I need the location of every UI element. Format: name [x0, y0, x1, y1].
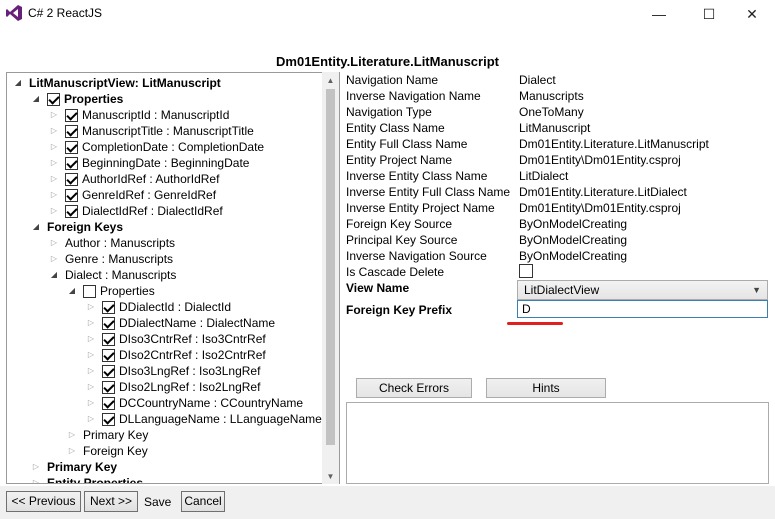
tree-item-fk-dialect[interactable]: ◢ Dialect : Manuscripts — [49, 267, 176, 283]
tree-item-root[interactable]: ◢ LitManuscriptView: LitManuscript — [13, 75, 221, 91]
tree-item-property[interactable]: ▷ CompletionDate : CompletionDate — [49, 139, 264, 155]
collapse-icon[interactable]: ▷ — [49, 171, 59, 187]
tree-item-property[interactable]: ▷ AuthorIdRef : AuthorIdRef — [49, 171, 220, 187]
tree-item-property[interactable]: ▷ ManuscriptTitle : ManuscriptTitle — [49, 123, 254, 139]
visual-studio-icon — [6, 5, 22, 21]
collapse-icon[interactable]: ▷ — [49, 139, 59, 155]
checkbox[interactable] — [65, 108, 78, 122]
expand-icon[interactable]: ◢ — [31, 91, 41, 107]
collapse-icon[interactable]: ▷ — [67, 443, 77, 459]
checkbox[interactable] — [102, 300, 115, 314]
tree-item-dialect-property[interactable]: ▷ DIso3LngRef : Iso3LngRef — [86, 363, 261, 379]
annotation-underline — [507, 322, 563, 325]
cascade-delete-checkbox[interactable] — [519, 264, 533, 278]
collapse-icon[interactable]: ▷ — [49, 203, 59, 219]
tree-item-dialect-property[interactable]: ▷ DIso3CntrRef : Iso3CntrRef — [86, 331, 266, 347]
checkbox[interactable] — [65, 156, 78, 170]
collapse-icon[interactable]: ▷ — [86, 331, 96, 347]
scroll-up-icon[interactable]: ▲ — [322, 72, 339, 88]
entity-tree[interactable]: ◢ LitManuscriptView: LitManuscript ◢ Pro… — [6, 72, 340, 484]
tree-item-dialect-primary-key[interactable]: ▷ Primary Key — [67, 427, 148, 443]
tree-item-dialect-property[interactable]: ▷ DDialectId : DialectId — [86, 299, 231, 315]
tree-item-property[interactable]: ▷ BeginningDate : BeginningDate — [49, 155, 250, 171]
window-title: C# 2 ReactJS — [28, 6, 103, 20]
tree-item-dialect-properties[interactable]: ◢ Properties — [67, 283, 155, 299]
checkbox[interactable] — [102, 332, 115, 346]
collapse-icon[interactable]: ▷ — [86, 379, 96, 395]
tree-item-foreign-keys[interactable]: ◢ Foreign Keys — [31, 219, 123, 235]
collapse-icon[interactable]: ▷ — [49, 123, 59, 139]
tree-item-fk-author[interactable]: ▷ Author : Manuscripts — [49, 235, 175, 251]
tree-item-dialect-foreign-key[interactable]: ▷ Foreign Key — [67, 443, 148, 459]
collapse-icon[interactable]: ▷ — [86, 347, 96, 363]
save-button[interactable]: Save — [144, 495, 171, 509]
scroll-down-icon[interactable]: ▼ — [322, 468, 339, 484]
hints-button[interactable]: Hints — [486, 378, 606, 398]
collapse-icon[interactable]: ▷ — [49, 235, 59, 251]
expand-icon[interactable]: ◢ — [49, 267, 59, 283]
checkbox[interactable] — [65, 140, 78, 154]
collapse-icon[interactable]: ▷ — [49, 107, 59, 123]
scrollbar-thumb[interactable] — [326, 89, 335, 445]
view-name-selected: LitDialectView — [524, 283, 600, 297]
previous-button[interactable]: << Previous — [6, 491, 81, 512]
checkbox[interactable] — [102, 412, 115, 426]
collapse-icon[interactable]: ▷ — [31, 475, 41, 483]
checkbox[interactable] — [102, 380, 115, 394]
tree-item-dialect-property[interactable]: ▷ DIso2LngRef : Iso2LngRef — [86, 379, 261, 395]
tree-item-dialect-property[interactable]: ▷ DLLanguageName : LLanguageName — [86, 411, 322, 427]
collapse-icon[interactable]: ▷ — [86, 395, 96, 411]
tree-item-fk-genre[interactable]: ▷ Genre : Manuscripts — [49, 251, 173, 267]
expand-icon[interactable]: ◢ — [67, 283, 77, 299]
title-bar: C# 2 ReactJS — ☐ ✕ — [0, 0, 775, 28]
expand-icon[interactable]: ◢ — [13, 75, 23, 91]
tree-scrollbar[interactable]: ▲ ▼ — [322, 72, 339, 484]
view-name-select[interactable]: LitDialectView ▼ — [517, 280, 768, 300]
page-title: Dm01Entity.Literature.LitManuscript — [276, 54, 499, 69]
checkbox[interactable] — [65, 172, 78, 186]
collapse-icon[interactable]: ▷ — [49, 251, 59, 267]
checkbox[interactable] — [83, 284, 96, 298]
collapse-icon[interactable]: ▷ — [31, 459, 41, 475]
tree-item-property[interactable]: ▷ GenreIdRef : GenreIdRef — [49, 187, 216, 203]
chevron-down-icon: ▼ — [752, 285, 761, 295]
checkbox[interactable] — [65, 124, 78, 138]
collapse-icon[interactable]: ▷ — [49, 155, 59, 171]
tree-item-entity-properties[interactable]: ▷ Entity Properties — [31, 475, 143, 483]
collapse-icon[interactable]: ▷ — [86, 315, 96, 331]
tree-item-property[interactable]: ▷ DialectIdRef : DialectIdRef — [49, 203, 223, 219]
wizard-footer: << Previous Next >> Save Cancel — [0, 486, 775, 519]
checkbox[interactable] — [65, 204, 78, 218]
checkbox[interactable] — [65, 188, 78, 202]
expand-icon[interactable]: ◢ — [31, 219, 41, 235]
fk-prefix-label: Foreign Key Prefix — [346, 303, 453, 317]
next-button[interactable]: Next >> — [84, 491, 138, 512]
collapse-icon[interactable]: ▷ — [86, 299, 96, 315]
checkbox[interactable] — [102, 364, 115, 378]
checkbox[interactable] — [102, 316, 115, 330]
fk-prefix-input[interactable]: D — [517, 300, 768, 318]
tree-item-dialect-property[interactable]: ▷ DCCountryName : CCountryName — [86, 395, 303, 411]
view-name-label: View Name — [346, 281, 410, 295]
checkbox[interactable] — [102, 348, 115, 362]
tree-item-properties[interactable]: ◢ Properties — [31, 91, 123, 107]
checkbox[interactable] — [47, 92, 60, 106]
minimize-icon[interactable]: — — [636, 0, 682, 28]
close-icon[interactable]: ✕ — [729, 0, 775, 28]
tree-item-dialect-property[interactable]: ▷ DIso2CntrRef : Iso2CntrRef — [86, 347, 266, 363]
collapse-icon[interactable]: ▷ — [86, 411, 96, 427]
maximize-icon[interactable]: ☐ — [686, 0, 732, 28]
collapse-icon[interactable]: ▷ — [86, 363, 96, 379]
collapse-icon[interactable]: ▷ — [67, 427, 77, 443]
tree-item-primary-key[interactable]: ▷ Primary Key — [31, 459, 117, 475]
tree-item-property[interactable]: ▷ ManuscriptId : ManuscriptId — [49, 107, 229, 123]
output-textbox[interactable] — [346, 402, 769, 484]
tree-item-dialect-property[interactable]: ▷ DDialectName : DialectName — [86, 315, 275, 331]
cancel-button[interactable]: Cancel — [181, 491, 225, 512]
check-errors-button[interactable]: Check Errors — [356, 378, 472, 398]
checkbox[interactable] — [102, 396, 115, 410]
collapse-icon[interactable]: ▷ — [49, 187, 59, 203]
